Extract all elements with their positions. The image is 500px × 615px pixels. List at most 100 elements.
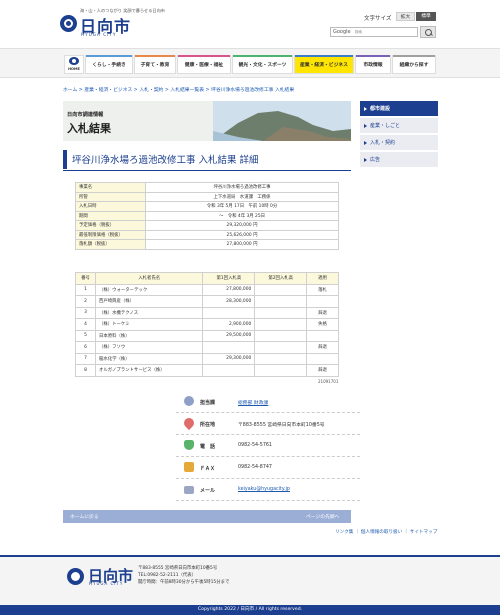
- info-key: 落札額（税抜）: [75, 239, 146, 250]
- table-row: 最低制限価格（税抜） 25,626,000 円: [75, 229, 339, 240]
- search-sub-label: 検索: [355, 30, 362, 34]
- bidder-name: （株）トーケミ: [94, 318, 204, 331]
- bid-no: 4: [75, 318, 96, 331]
- nav-home-label: HOME: [68, 67, 80, 71]
- banner-pretitle: 日向市調達情報: [67, 112, 104, 118]
- nav-item-living[interactable]: くらし・手続き: [85, 55, 133, 74]
- footer-tel: TEL:0982-52-2111（代表）: [138, 573, 197, 578]
- back-to-home-link[interactable]: ホームに戻る: [70, 513, 99, 520]
- contact-label: ＦＡＸ: [200, 466, 216, 472]
- bid-second: [254, 306, 308, 319]
- map-pin-icon: [181, 415, 197, 431]
- bidder-name: 日本原料（株）: [94, 329, 204, 342]
- city-logo-icon[interactable]: [60, 15, 77, 32]
- table-row: 5 日本原料（株） 29,500,000: [75, 329, 339, 342]
- bid-second: [254, 318, 308, 331]
- contact-label: 所在地: [200, 422, 216, 428]
- table-row: 予定価格（税抜） 29,320,000 円: [75, 220, 339, 231]
- contact-row-fax: ＦＡＸ 0982-54-8747: [176, 457, 360, 479]
- site-logo-sub: HYUGA CITY: [81, 32, 117, 37]
- nav-item-label: 産業・経済・ビジネス: [300, 63, 348, 68]
- bid-no: 3: [75, 306, 96, 319]
- person-icon: [184, 396, 194, 406]
- table-header-row: 番号 入札者氏名 第1回入札高 第2回入札高 適用: [75, 272, 339, 285]
- info-key: 予定価格（税抜）: [75, 220, 146, 231]
- bid-second: [254, 364, 308, 377]
- title-underline: [63, 170, 351, 171]
- column-header: 適用: [306, 272, 339, 285]
- bid-second: [254, 352, 308, 365]
- page-top-link[interactable]: ページの先頭へ: [306, 513, 339, 520]
- table-row: 8 オルガノプラントサービス（株） 辞退: [75, 364, 339, 377]
- info-key: 入札日時: [75, 201, 146, 212]
- contact-label: 担当課: [200, 400, 216, 406]
- bid-note: 辞退: [306, 306, 339, 319]
- bid-note: [306, 295, 339, 308]
- bid-no: 5: [75, 329, 96, 342]
- table-row: 3 （株）水機テクノス 辞退: [75, 306, 339, 319]
- nav-item-tourism[interactable]: 観光・文化・スポーツ: [232, 55, 293, 74]
- bidders-table: 番号 入札者氏名 第1回入札高 第2回入札高 適用 1 （株）ウォーターテック 27…: [75, 272, 339, 377]
- bid-first: [202, 341, 256, 354]
- contact-address: 〒883-8555 宮崎県日向市本町10番5号: [238, 423, 325, 428]
- text-size-large-button[interactable]: 拡大: [396, 12, 415, 21]
- nav-item-childcare[interactable]: 子育て・教育: [134, 55, 176, 74]
- table-row: 4 （株）トーケミ 2,900,000 失格: [75, 318, 339, 331]
- contact-label: メール: [200, 488, 216, 494]
- info-key: 所管: [75, 191, 146, 202]
- bidder-name: （株）ウォーターテック: [94, 283, 204, 296]
- table-row: 7 稲水化学（株） 29,300,000: [75, 352, 339, 365]
- info-key: 事業名: [75, 182, 146, 193]
- bid-info-table: 事業名 坪谷川浄水場ろ過池改修工事 所管 上下水道局 水道課 工務係 入札日時 令和 …: [75, 182, 339, 250]
- bid-no: 6: [75, 341, 96, 354]
- bid-no: 1: [75, 283, 96, 296]
- table-row: 事業名 坪谷川浄水場ろ過池改修工事: [75, 182, 339, 193]
- search-provider-label: Google: [333, 29, 351, 35]
- footer-links[interactable]: リンク集 ｜ 個人情報の取り扱い ｜ サイトマップ: [335, 529, 437, 535]
- bid-first: 28,300,000: [202, 295, 256, 308]
- bid-second: [254, 329, 308, 342]
- column-header: 第1回入札高: [202, 272, 256, 285]
- nav-item-industry[interactable]: 産業・経済・ビジネス: [294, 55, 354, 74]
- footer-address: 〒883-8555 宮崎県日向市本町10番5号: [138, 566, 218, 571]
- contact-fax: 0982-54-8747: [238, 465, 272, 470]
- text-size-standard-button[interactable]: 標準: [416, 12, 436, 21]
- bidder-name: （株）フソウ: [94, 341, 204, 354]
- bid-no: 8: [75, 364, 96, 377]
- sidebar-item-bidding[interactable]: 入札・契約: [360, 135, 438, 151]
- nav-item-label: 市政情報: [363, 63, 383, 68]
- sidebar-item-urban[interactable]: 都市建設: [360, 101, 438, 117]
- bidder-name: （株）水機テクノス: [94, 306, 204, 319]
- nav-item-organization[interactable]: 組織から探す: [392, 55, 436, 74]
- record-id: 21091701: [318, 379, 339, 384]
- nav-item-label: くらし・手続き: [92, 63, 126, 68]
- home-icon: [69, 57, 79, 65]
- info-value: 25,626,000 円: [145, 229, 339, 240]
- sidebar-item-industry[interactable]: 産業・しごと: [360, 118, 438, 134]
- contact-dept-link[interactable]: 総務部 財政課: [238, 399, 268, 406]
- nav-item-citygov[interactable]: 市政情報: [355, 55, 391, 74]
- footer-hours: 開庁時間：午前8時30分から午後5時15分まで: [138, 580, 230, 585]
- table-row: 期間～ 令和 4年 3月 25日: [75, 210, 339, 221]
- column-header: 入札者氏名: [94, 272, 204, 285]
- search-icon[interactable]: [420, 26, 436, 38]
- contact-label: 電 話: [200, 444, 216, 450]
- nav-item-health[interactable]: 健康・医療・福祉: [177, 55, 231, 74]
- breadcrumb[interactable]: ホーム > 産業・経済・ビジネス > 入札・契約 > 入札結果一覧表 > 坪谷川…: [63, 86, 294, 93]
- info-key: 期間: [75, 210, 146, 221]
- footer-logo-icon: [67, 568, 84, 585]
- title-accent-bar: [63, 150, 67, 169]
- table-row: 2 西戸崎興産（株） 28,300,000: [75, 295, 339, 308]
- info-value: ～ 令和 4年 3月 25日: [145, 210, 339, 221]
- phone-icon: [184, 440, 194, 450]
- bid-first: 2,900,000: [202, 318, 256, 331]
- info-value: 29,320,000 円: [145, 220, 339, 231]
- info-value: 27,800,000 円: [145, 239, 339, 250]
- contact-mail-link[interactable]: keiyaku@hyugacity.jp: [238, 487, 290, 492]
- bid-second: [254, 295, 308, 308]
- bid-first: 27,800,000: [202, 283, 256, 296]
- table-row: 6 （株）フソウ 辞退: [75, 341, 339, 354]
- page-title: 坪谷川浄水場ろ過池改修工事 入札結果 詳細: [72, 155, 259, 166]
- contact-row-address: 所在地 〒883-8555 宮崎県日向市本町10番5号: [176, 413, 360, 435]
- sidebar-item-ads[interactable]: 広告: [360, 152, 438, 168]
